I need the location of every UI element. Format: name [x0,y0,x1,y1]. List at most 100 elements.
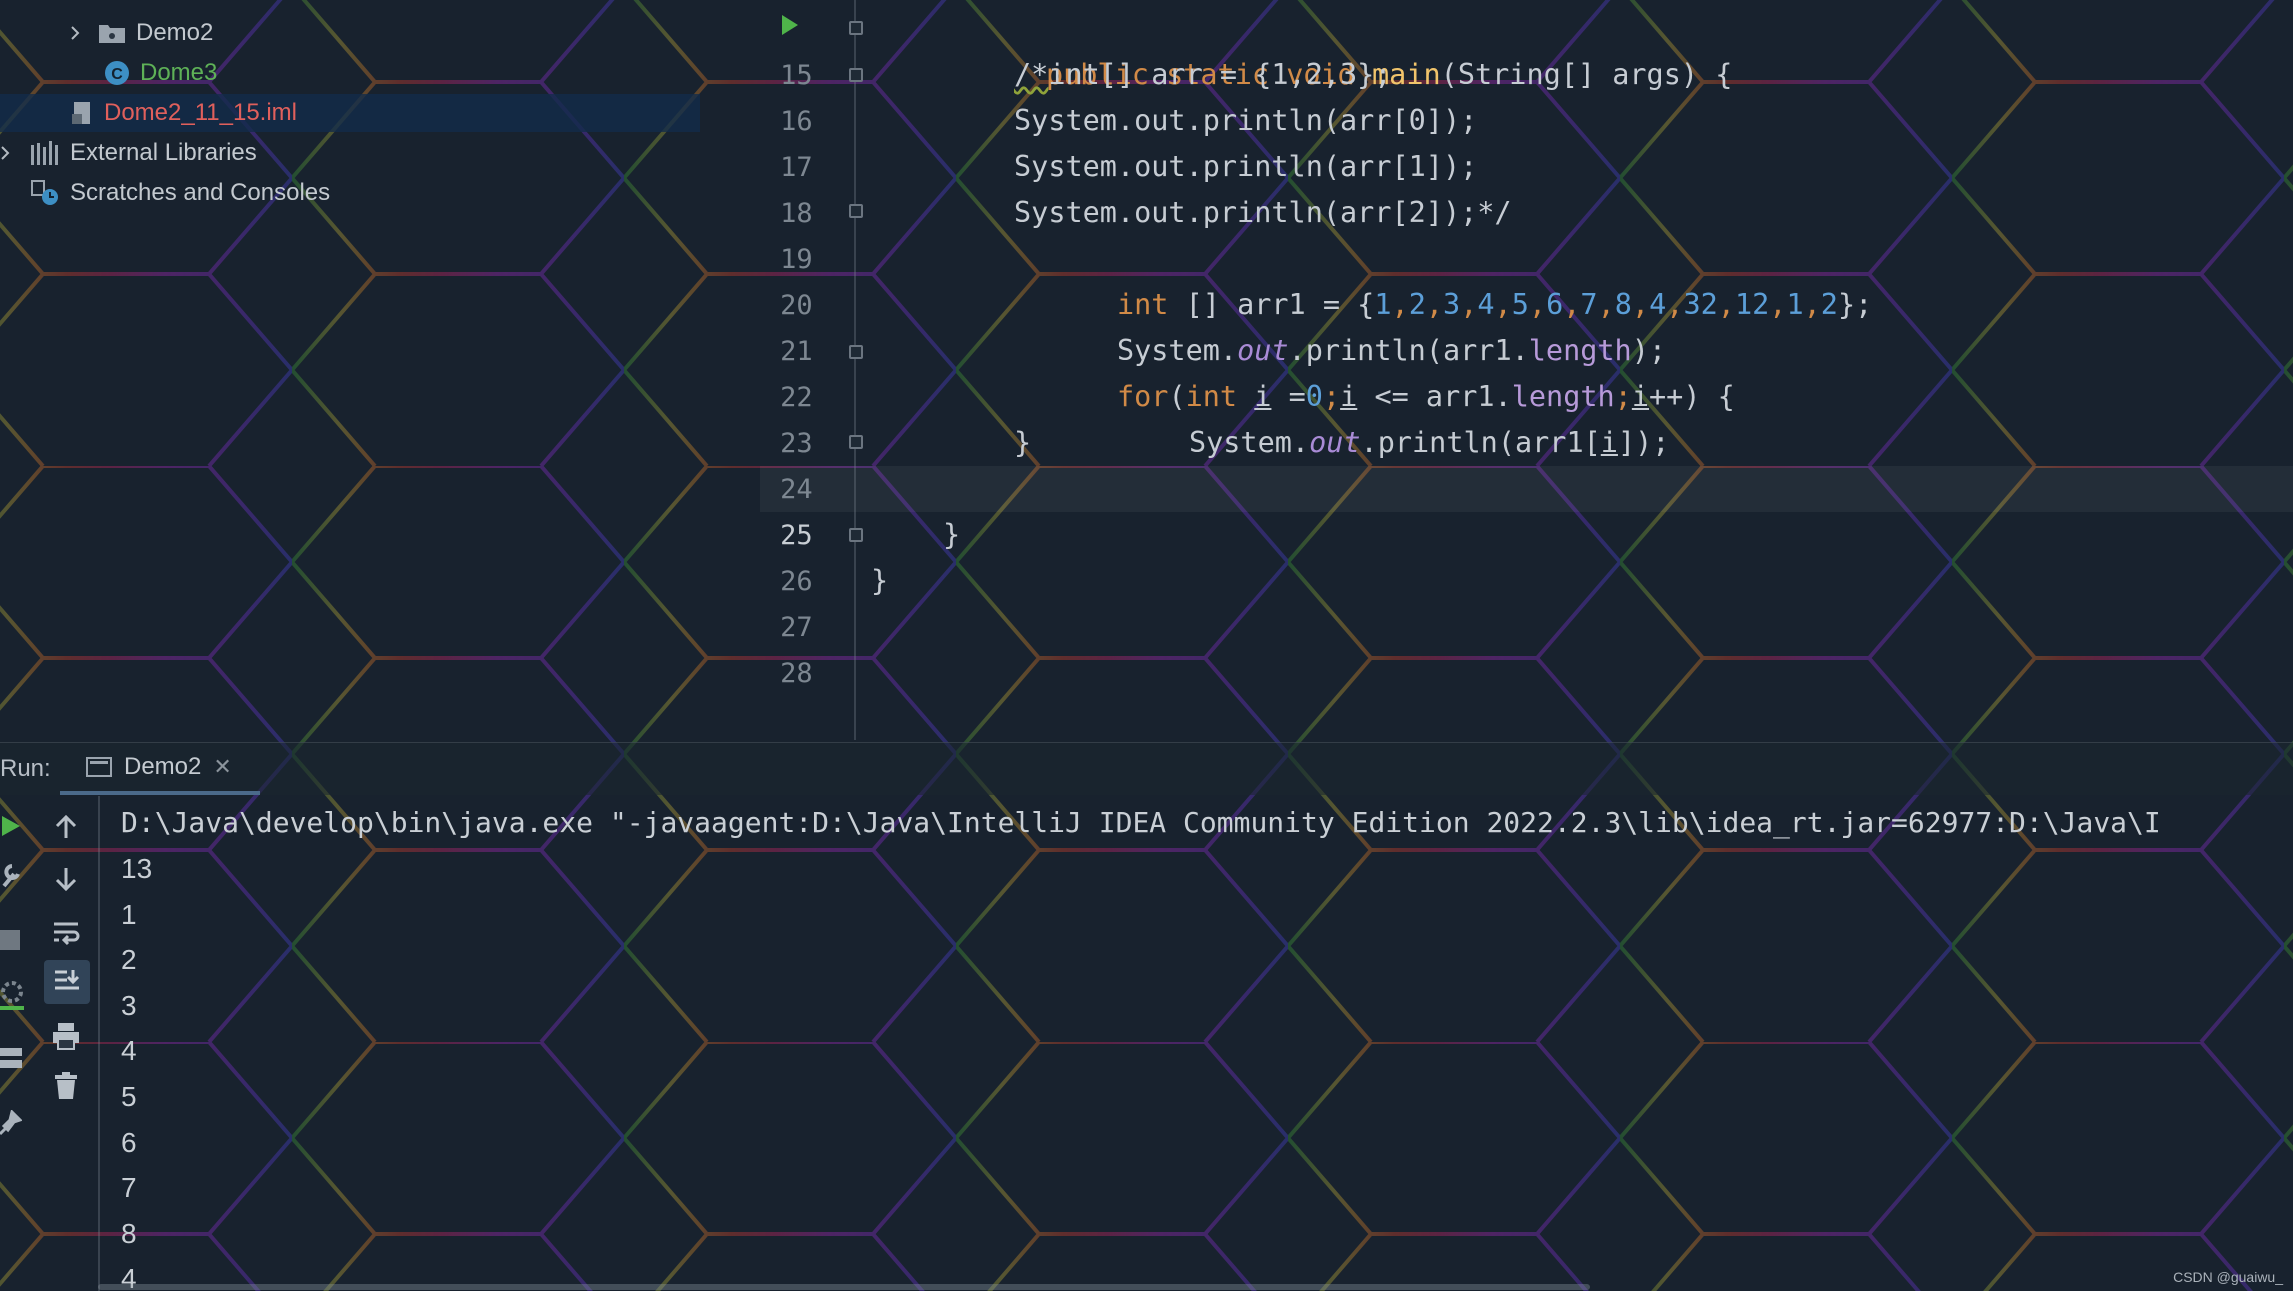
project-tool-window: src Demo2 C Dome3 Dome2_11_15.iml Extern… [0,0,700,740]
tree-item-label: Demo2 [136,19,214,46]
code-line-16[interactable]: 16 /*int[] arr = {1,2,3}; [700,52,1391,137]
tree-item-demo2[interactable]: Demo2 [68,14,213,52]
code-token: System.out.println(arr[0]); [1014,104,1478,137]
code-line-24[interactable]: 24 } [700,420,1031,505]
code-token: , [1717,288,1735,321]
tree-item-dome3[interactable]: C Dome3 [104,54,217,92]
tree-item-label: Scratches and Consoles [70,179,331,206]
code-line-21[interactable]: 21 System.out.println(arr1.length); [700,282,1666,367]
code-line-26[interactable]: 26 } [700,512,960,597]
array-value: 12 [1734,288,1770,321]
code-line-22[interactable]: 22 for(int i =0;i <= arr1.length;i++) { [700,328,1735,413]
scratches-icon [31,180,58,205]
code-token: i [1600,426,1618,459]
code-line-27[interactable]: 27 } [700,558,888,643]
console-output-line: 8 [121,1217,137,1249]
code-token: , [1666,288,1684,321]
scroll-to-end-button[interactable] [44,960,90,1004]
fold-marker[interactable] [849,435,863,449]
class-icon: C [105,61,129,85]
arrow-down-icon[interactable] [54,866,78,892]
console-output-line: 4 [121,1035,137,1067]
run-label: Run: [0,755,51,782]
code-line-18[interactable]: 18 System.out.println(arr[1]); [700,144,1477,229]
fold-marker[interactable] [849,528,863,542]
code-token: System. [1188,426,1310,459]
line-number: 28 [780,658,813,689]
pin-icon[interactable] [0,1110,22,1136]
close-icon[interactable]: ✕ [213,754,231,780]
fold-marker[interactable] [849,68,863,82]
fold-marker[interactable] [849,204,863,218]
fold-marker[interactable] [849,345,863,359]
arrow-up-icon[interactable] [54,814,78,840]
array-value: 32 [1683,288,1718,321]
array-value: 1 [1786,288,1804,321]
run-tab-demo2[interactable]: Demo2 ✕ [60,743,260,795]
code-line-20[interactable]: 20 int [] arr1 = {1,2,3,4,5,6,7,8,4,32,1… [700,236,1872,321]
code-token: , [1769,288,1787,321]
layout-icon[interactable] [0,1048,22,1068]
run-icon[interactable] [0,814,22,838]
watermark: CSDN @guaiwu_ [2173,1269,2283,1285]
run-tool-window-header: Run: Demo2 ✕ [0,742,2293,795]
svg-text:C: C [111,66,123,83]
print-icon[interactable] [52,1022,80,1050]
libraries-icon [31,141,58,165]
code-token: }; [1837,288,1873,321]
tree-item-src[interactable]: src [80,0,112,4]
run-toolbar-right [44,800,94,1291]
chevron-right-icon[interactable] [0,146,14,160]
tree-item-scratches[interactable]: Scratches and Consoles [30,174,330,212]
code-token: out [1309,426,1361,459]
array-value: 2 [1820,288,1838,321]
soft-wrap-icon[interactable] [52,920,80,946]
console-output-line: 7 [121,1172,137,1204]
chevron-right-icon[interactable] [68,26,82,40]
stop-icon[interactable] [0,930,20,950]
code-token: ]); [1617,426,1670,459]
code-line-28[interactable]: 28 [700,604,813,689]
run-tab-title: Demo2 [124,753,202,780]
code-token: System.out.println(arr[1]); [1014,150,1478,183]
run-config-icon [86,757,112,777]
module-file-icon [72,102,90,124]
tree-item-label: src [80,0,112,8]
code-line-23[interactable]: 23 System.out.println(arr1[i]); [700,374,1669,459]
console-output-line: 13 [121,853,153,884]
console-output-line: 5 [121,1081,137,1112]
console-command-line: D:\Java\develop\bin\java.exe "-javaagent… [121,806,2161,839]
horizontal-scrollbar[interactable] [98,1284,1590,1290]
code-line-19[interactable]: 19 System.out.println(arr[2]);*/ [700,190,1511,275]
code-token: /* [1014,58,1049,91]
folder-icon [99,25,125,43]
tree-item-label: Dome2_11_15.iml [104,99,297,126]
tree-item-label: Dome3 [140,59,218,86]
code-token: (String[] args) { [1440,58,1733,91]
code-line-17[interactable]: 17 System.out.println(arr[0]); [700,98,1477,183]
tree-item-external-libraries[interactable]: External Libraries [0,134,257,172]
code-token: , [1803,288,1821,321]
code-token: } [871,564,889,597]
fold-marker[interactable] [849,21,863,35]
code-line-25[interactable]: 25 [700,466,813,551]
settings-icon[interactable] [0,980,24,1010]
console-output[interactable]: D:\Java\develop\bin\java.exe "-javaagent… [121,798,2293,1291]
tree-item-dome2-iml[interactable]: Dome2_11_15.iml [0,94,700,132]
console-output-line: 6 [121,1126,137,1158]
code-token: int[] arr = {1,2,3}; [1048,58,1392,91]
wrench-icon[interactable] [0,862,22,888]
trash-icon[interactable] [54,1072,78,1100]
console-output-line: 3 [121,989,137,1021]
run-gutter-icon[interactable] [780,14,800,36]
run-toolbar-left [0,800,24,1291]
code-token: } [943,518,961,551]
console-divider [98,796,100,1291]
code-token: System.out.println(arr[2]);*/ [1014,196,1512,229]
tree-item-label: External Libraries [70,139,257,166]
code-token: .println(arr1[ [1360,426,1601,459]
console-output-line: 1 [121,898,137,930]
code-editor[interactable]: 15 public static void main(String[] args… [700,0,2293,740]
console-output-line: 2 [121,944,137,976]
scroll-to-end-icon [55,970,80,990]
